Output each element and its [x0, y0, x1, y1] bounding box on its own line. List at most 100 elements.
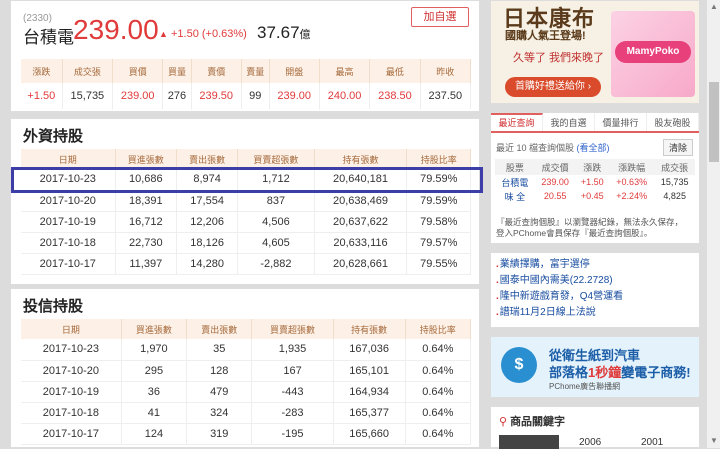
table-cell: -443 [251, 381, 334, 403]
column-header: 日期 [21, 319, 122, 339]
table-cell: 4,506 [237, 211, 315, 233]
table-cell: -195 [251, 423, 334, 445]
up-triangle-icon: ▲ [159, 29, 168, 39]
table-cell: 1,970 [121, 339, 188, 361]
table-cell: 165,377 [333, 402, 406, 424]
view-all-link[interactable]: (看全部) [577, 143, 610, 153]
column-header: 賣價 [191, 59, 242, 83]
table-cell: +1.50 [580, 177, 604, 187]
table-cell: 2017-10-17 [21, 253, 116, 275]
price-change-text: +1.50 (+0.63%) [170, 28, 247, 40]
column-header: 漲跌 [21, 59, 63, 83]
add-watchlist-button[interactable]: 加自選 [411, 7, 469, 27]
column-header: 持股比率 [405, 319, 472, 339]
main-column: (2330) 台積電 239.00 ▲ +1.50 (+0.63%) 37.67… [10, 0, 483, 448]
column-header: 開盤 [269, 59, 320, 83]
recent-info-text: 最近 10 檔查詢個股 [496, 143, 575, 153]
table-cell: 2017-10-17 [21, 423, 122, 445]
scroll-thumb[interactable] [709, 82, 719, 162]
stock-name-link[interactable]: 味 全 [495, 189, 535, 203]
quote-value: 15,735 [62, 83, 114, 109]
recent-info: 最近 10 檔查詢個股 (看全部) [496, 141, 610, 154]
column-header: 賣出張數 [186, 319, 253, 339]
table-row: 2017-10-19 36 479 -443 164,934 0.64% [21, 381, 472, 403]
pe-value: 37.67億 [257, 23, 311, 43]
table-row: 2017-10-20 18,391 17,554 837 20,638,469 79.59… [21, 190, 471, 212]
sidebar: 日本康布 國購人氣王登場! 久等了 我們來晚了 首購好禮送給你 › MamyPo… [490, 0, 700, 449]
scroll-down-arrow-icon[interactable]: ▼ [707, 434, 720, 448]
table-cell: 20,628,661 [314, 253, 408, 275]
column-header: 買量 [162, 59, 192, 83]
news-item[interactable]: 業績擇購，富宇選停 [491, 257, 699, 273]
table-row: 2017-10-19 16,712 12,206 4,506 20,637,622 79.… [21, 211, 471, 233]
scroll-up-arrow-icon[interactable]: ▲ [707, 0, 720, 14]
keywords-header: ⚲ 商品關鍵字 [491, 407, 699, 429]
table-row: 2017-10-23 1,970 35 1,935 167,036 0.64% [21, 339, 472, 361]
tab-recent[interactable]: 最近查詢 [491, 113, 543, 131]
table-cell: 41 [121, 402, 188, 424]
keyword-year-1: 2006 [579, 437, 602, 448]
stock-price: 239.00 [73, 14, 159, 45]
diaper-ad-banner[interactable]: 日本康布 國購人氣王登場! 久等了 我們來晚了 首購好禮送給你 › MamyPo… [490, 0, 700, 104]
table-row: 2017-10-18 22,730 18,126 4,605 20,633,116 79.… [21, 232, 471, 254]
column-header: 昨收 [420, 59, 472, 83]
vertical-scrollbar[interactable]: ▲ ▼ [706, 0, 720, 448]
table-cell: +0.63% [616, 177, 648, 187]
quote-value: 276 [162, 83, 192, 109]
table-cell: 79.58% [406, 211, 471, 233]
table-cell: 2017-10-20 [21, 190, 116, 212]
table-row: 2017-10-17 124 319 -195 165,660 0.64% [21, 423, 472, 445]
table-cell: 167 [251, 360, 334, 382]
stock-name-link[interactable]: 台積電 [495, 175, 535, 189]
table-row[interactable]: 台積電 239.00 +1.50 +0.63% 15,735 [495, 175, 695, 189]
table-cell: 79.55% [406, 253, 471, 275]
column-header: 漲跌 [575, 159, 609, 175]
column-header: 成交張 [62, 59, 114, 83]
table-cell: 164,934 [333, 381, 406, 403]
tab-hot-stocks[interactable]: 股友砲股 [647, 113, 699, 131]
quote-value: +1.50 [21, 83, 63, 109]
table-row[interactable]: 味 全 20.55 +0.45 +2.24% 4,825 [495, 189, 695, 203]
ad-cta-button[interactable]: 首購好禮送給你 › [505, 77, 601, 97]
table-cell: 35 [186, 339, 253, 361]
table-cell: 167,036 [333, 339, 406, 361]
stock-name: 台積電 [23, 28, 74, 47]
ecommerce-ad-banner[interactable]: $ 從衛生紙到汽車 部落格1秒鐘變電子商務! PChome廣告聯播網 [490, 336, 700, 398]
product-package-image: MamyPoko [611, 11, 695, 97]
column-header: 買進張數 [115, 149, 177, 169]
table-cell: 0.64% [405, 423, 472, 445]
product-thumbnail[interactable] [499, 435, 559, 449]
table-cell: 165,660 [333, 423, 406, 445]
foreign-holdings-card: 外資持股 日期 買進張數 賣出張數 買賣超張數 持有張數 持股比率 2017-10-23 1… [10, 118, 483, 285]
trust-holdings-card: 投信持股 日期 買進張數 賣出張數 買賣超張數 持有張數 持股比率 2017-10-23 1… [10, 288, 480, 448]
keywords-panel: ⚲ 商品關鍵字 2006 2001 [490, 406, 700, 449]
clear-button[interactable]: 清除 [662, 139, 693, 156]
tab-watchlist[interactable]: 我的自選 [543, 113, 595, 131]
table-cell: 0.64% [405, 381, 472, 403]
table-cell: 2017-10-23 [21, 339, 122, 361]
recent-table: 股票 成交價 漲跌 漲跌幅 成交張 台積電 239.00 +1.50 +0.63% 15,735… [495, 159, 695, 203]
pe-number: 37.67 [257, 23, 300, 42]
keywords-title: 商品關鍵字 [510, 416, 566, 428]
recent-queries-panel: 最近查詢 我的自選 價量排行 股友砲股 最近 10 檔查詢個股 (看全部) 清除… [490, 112, 700, 244]
column-header: 持股比率 [406, 149, 471, 169]
tab-ranking[interactable]: 價量排行 [595, 113, 647, 131]
dollar-icon: $ [501, 347, 537, 383]
panel-tabs: 最近查詢 我的自選 價量排行 股友砲股 [491, 113, 699, 133]
quote-value: 239.50 [191, 83, 242, 109]
table-cell: 295 [121, 360, 188, 382]
column-header: 持有張數 [314, 149, 408, 169]
table-cell: 128 [186, 360, 253, 382]
table-cell: 17,554 [176, 190, 239, 212]
page: (2330) 台積電 239.00 ▲ +1.50 (+0.63%) 37.67… [0, 0, 720, 449]
table-cell: 20.55 [543, 191, 567, 201]
table-cell: 2017-10-18 [21, 402, 122, 424]
trust-holdings-table: 日期 買進張數 賣出張數 買賣超張數 持有張數 持股比率 2017-10-23 1,970 3… [21, 319, 472, 445]
news-item[interactable]: 譜瑞11月2日線上法說 [491, 305, 699, 321]
news-item[interactable]: 國泰中國內需美(22.2728) [491, 273, 699, 289]
table-cell: 20,637,622 [314, 211, 408, 233]
table-cell: 319 [186, 423, 253, 445]
table-cell: 20,633,116 [314, 232, 408, 254]
quote-value: 237.50 [420, 83, 472, 109]
news-item[interactable]: 隆中新遊戲育發，Q4營運看 [491, 289, 699, 305]
